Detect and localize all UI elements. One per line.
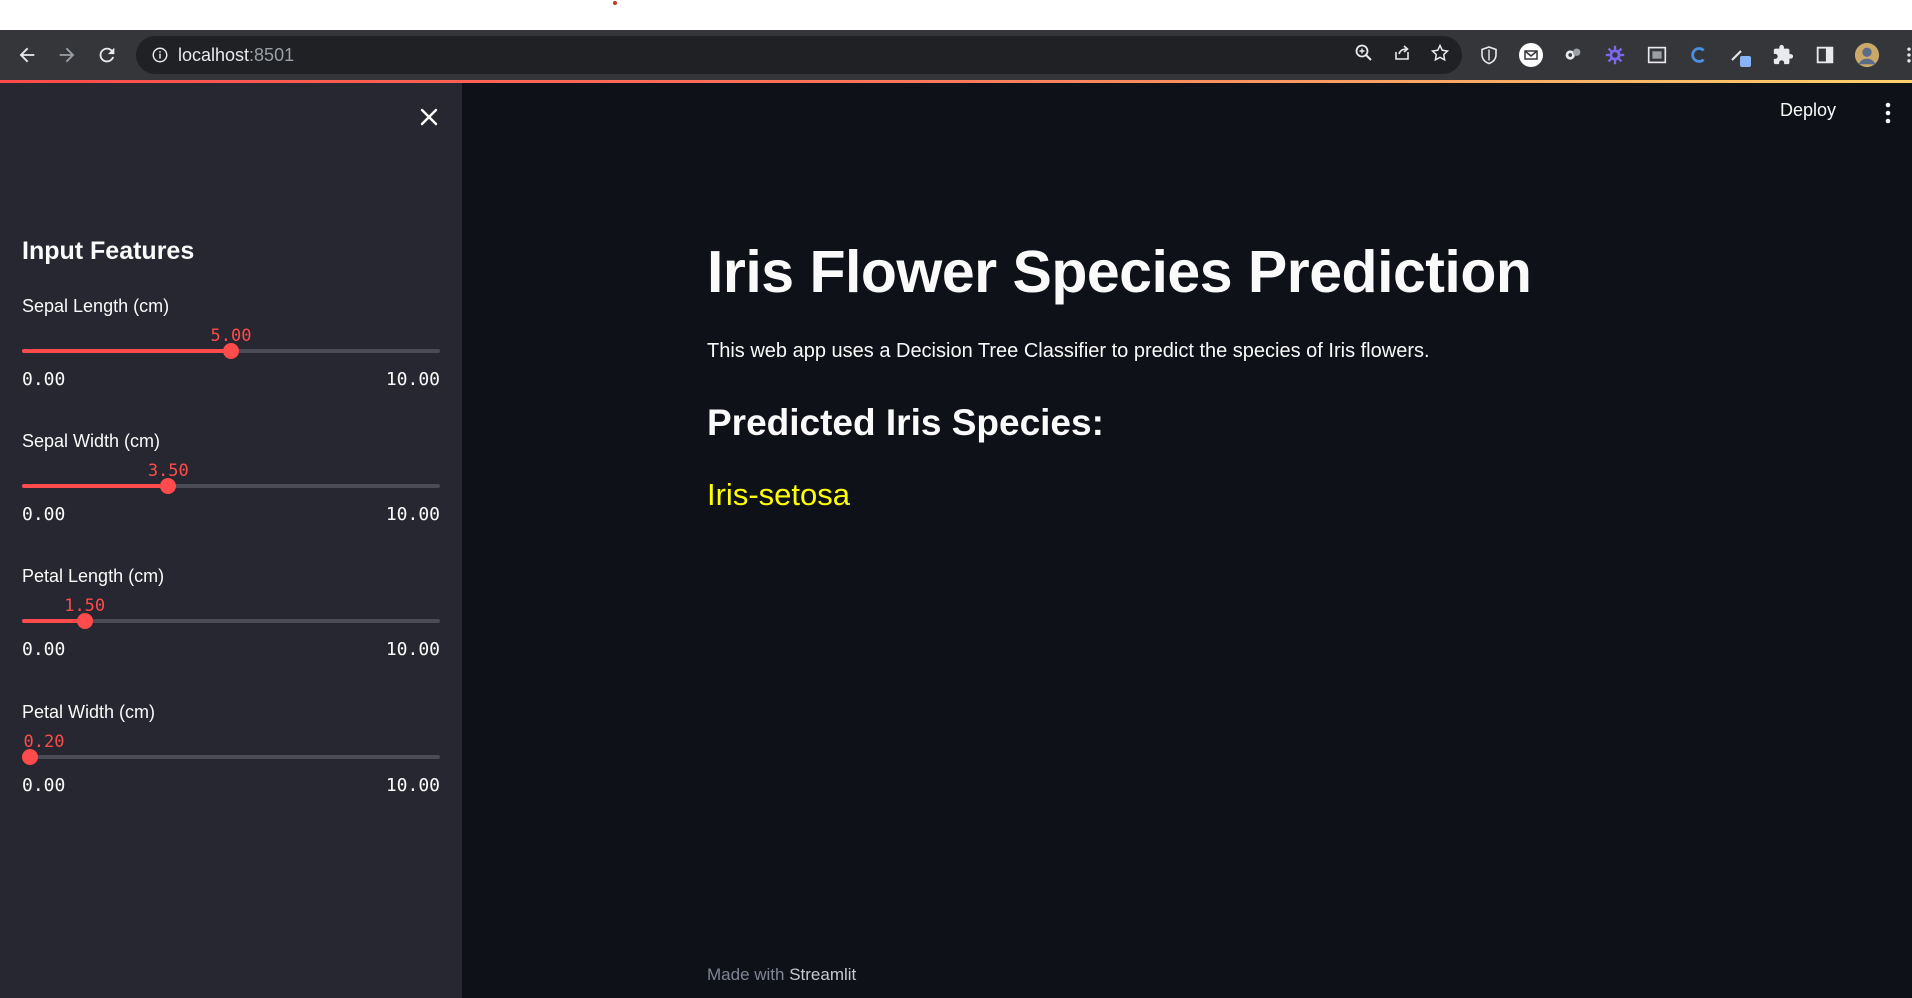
slider-fill xyxy=(22,484,169,488)
slider-track[interactable] xyxy=(22,343,440,359)
url-host: localhost xyxy=(178,44,250,65)
slider-sepal-width[interactable]: Sepal Width (cm) 3.50 0.00 10.00 xyxy=(22,431,440,551)
streamlit-link[interactable]: Streamlit xyxy=(789,965,856,984)
slider-label: Petal Width (cm) xyxy=(22,702,156,722)
sidebar: Input Features Sepal Length (cm) 5.00 0.… xyxy=(0,83,462,998)
deploy-button[interactable]: Deploy xyxy=(1780,100,1836,121)
slider-min: 0.00 xyxy=(22,639,66,660)
bookmark-star-icon[interactable] xyxy=(1430,43,1450,67)
page-title: Iris Flower Species Prediction xyxy=(707,239,1532,305)
screenshot-extension-icon[interactable] xyxy=(1644,42,1670,68)
c-extension-icon[interactable] xyxy=(1686,42,1712,68)
slider-petal-length[interactable]: Petal Length (cm) 1.50 0.00 10.00 xyxy=(22,566,440,686)
main-menu-icon[interactable] xyxy=(1878,100,1898,126)
slider-max: 10.00 xyxy=(385,639,440,660)
eyes-extension-icon[interactable] xyxy=(1560,42,1586,68)
pen-extension-icon[interactable] xyxy=(1728,42,1754,68)
slider-min: 0.00 xyxy=(22,369,66,390)
prediction-result: Iris-setosa xyxy=(707,477,850,512)
url-text: localhost:8501 xyxy=(178,45,294,66)
slider-min: 0.00 xyxy=(22,504,66,525)
slider-thumb[interactable] xyxy=(160,478,177,494)
slider-min: 0.00 xyxy=(22,775,66,796)
browser-menu-icon[interactable] xyxy=(1896,42,1912,68)
slider-max: 10.00 xyxy=(385,369,440,390)
side-panel-icon[interactable] xyxy=(1812,42,1838,68)
browser-toolbar: localhost:8501 xyxy=(0,30,1912,80)
slider-max: 10.00 xyxy=(385,504,440,525)
puzzle-extensions-icon[interactable] xyxy=(1770,42,1796,68)
slider-max: 10.00 xyxy=(385,775,440,796)
slider-thumb[interactable] xyxy=(223,343,239,359)
slider-thumb[interactable] xyxy=(22,749,39,765)
window-top-strip xyxy=(0,0,1912,30)
slider-track[interactable] xyxy=(22,478,440,494)
gear-extension-icon[interactable] xyxy=(1602,42,1628,68)
slider-fill xyxy=(22,619,85,623)
slider-petal-width[interactable]: Petal Width (cm) 0.20 0.00 10.00 xyxy=(22,702,440,822)
sidebar-title: Input Features xyxy=(22,237,195,265)
back-icon[interactable] xyxy=(7,35,47,75)
close-sidebar-icon[interactable] xyxy=(414,102,444,132)
forward-icon[interactable] xyxy=(47,35,87,75)
slider-fill xyxy=(22,349,231,353)
site-info-icon[interactable] xyxy=(150,45,170,65)
slider-label: Sepal Width (cm) xyxy=(22,431,161,451)
url-port: :8501 xyxy=(249,44,295,65)
footer: Made with Streamlit xyxy=(707,965,856,985)
reload-icon[interactable] xyxy=(87,35,127,75)
shield-extension-icon[interactable] xyxy=(1476,42,1502,68)
prediction-heading: Predicted Iris Species: xyxy=(707,402,1104,443)
slider-label: Petal Length (cm) xyxy=(22,566,165,586)
share-icon[interactable] xyxy=(1392,43,1412,67)
page-description: This web app uses a Decision Tree Classi… xyxy=(707,340,1430,362)
zoom-icon[interactable] xyxy=(1354,43,1374,67)
recording-dot-icon xyxy=(613,1,617,5)
slider-sepal-length[interactable]: Sepal Length (cm) 5.00 0.00 10.00 xyxy=(22,296,440,416)
slider-label: Sepal Length (cm) xyxy=(22,296,170,316)
slider-thumb[interactable] xyxy=(76,613,93,629)
footer-made-with: Made with xyxy=(707,965,790,984)
slider-track[interactable] xyxy=(22,749,440,765)
profile-avatar-icon[interactable] xyxy=(1854,42,1880,68)
mail-extension-icon[interactable] xyxy=(1518,42,1544,68)
slider-track[interactable] xyxy=(22,613,440,629)
address-bar[interactable]: localhost:8501 xyxy=(136,36,1462,74)
